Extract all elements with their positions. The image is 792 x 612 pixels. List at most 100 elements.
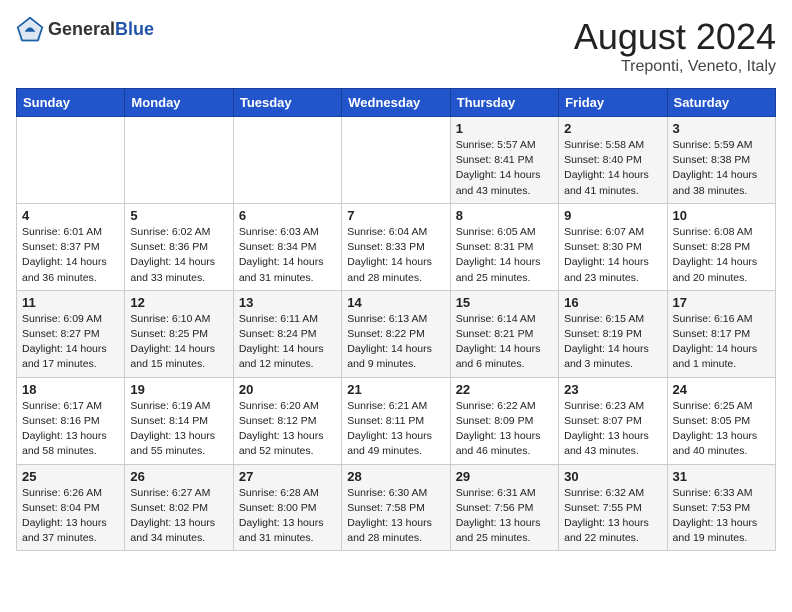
day-info: Sunrise: 6:09 AM Sunset: 8:27 PM Dayligh… [22,312,119,373]
day-number: 4 [22,208,119,223]
day-info: Sunrise: 6:28 AM Sunset: 8:00 PM Dayligh… [239,486,336,547]
day-info: Sunrise: 6:19 AM Sunset: 8:14 PM Dayligh… [130,399,227,460]
day-info: Sunrise: 6:02 AM Sunset: 8:36 PM Dayligh… [130,225,227,286]
day-number: 2 [564,121,661,136]
week-row-1: 1 Sunrise: 5:57 AM Sunset: 8:41 PM Daylig… [17,117,776,204]
day-number: 5 [130,208,227,223]
day-cell: 2Sunrise: 5:58 AM Sunset: 8:40 PM Daylig… [559,117,667,204]
day-number: 7 [347,208,444,223]
day-number: 8 [456,208,553,223]
day-number: 14 [347,295,444,310]
day-info: Sunrise: 6:07 AM Sunset: 8:30 PM Dayligh… [564,225,661,286]
day-cell: 13Sunrise: 6:11 AM Sunset: 8:24 PM Dayli… [233,290,341,377]
month-year: August 2024 [574,16,776,58]
day-cell: 15 Sunrise: 6:14 AM Sunset: 8:21 PM Dayli… [450,290,558,377]
header-cell-tuesday: Tuesday [233,89,341,117]
day-number: 16 [564,295,661,310]
page-header: GeneralBlue August 2024 Treponti, Veneto… [16,16,776,76]
day-cell: 9 Sunrise: 6:07 AM Sunset: 8:30 PM Daylig… [559,203,667,290]
day-cell: 31 Sunrise: 6:33 AM Sunset: 7:53 PM Dayli… [667,464,775,551]
day-number: 18 [22,382,119,397]
day-number: 22 [456,382,553,397]
day-number: 31 [673,469,770,484]
day-cell: 19 Sunrise: 6:19 AM Sunset: 8:14 PM Dayli… [125,377,233,464]
day-number: 15 [456,295,553,310]
day-cell [342,117,450,204]
day-info: Sunrise: 6:10 AM Sunset: 8:25 PM Dayligh… [130,312,227,373]
day-cell: 20 Sunrise: 6:20 AM Sunset: 8:12 PM Dayli… [233,377,341,464]
day-cell: 6 Sunrise: 6:03 AM Sunset: 8:34 PM Daylig… [233,203,341,290]
day-cell: 14 Sunrise: 6:13 AM Sunset: 8:22 PM Dayli… [342,290,450,377]
day-number: 25 [22,469,119,484]
day-info: Sunrise: 6:20 AM Sunset: 8:12 PM Dayligh… [239,399,336,460]
day-cell: 27 Sunrise: 6:28 AM Sunset: 8:00 PM Dayli… [233,464,341,551]
day-number: 6 [239,208,336,223]
day-cell: 23 Sunrise: 6:23 AM Sunset: 8:07 PM Dayli… [559,377,667,464]
day-info: Sunrise: 6:15 AM Sunset: 8:19 PM Dayligh… [564,312,661,373]
day-info: Sunrise: 6:33 AM Sunset: 7:53 PM Dayligh… [673,486,770,547]
header-cell-thursday: Thursday [450,89,558,117]
day-cell: 7 Sunrise: 6:04 AM Sunset: 8:33 PM Daylig… [342,203,450,290]
day-cell: 11Sunrise: 6:09 AM Sunset: 8:27 PM Dayli… [17,290,125,377]
day-cell [17,117,125,204]
day-info: Sunrise: 6:27 AM Sunset: 8:02 PM Dayligh… [130,486,227,547]
day-number: 19 [130,382,227,397]
day-cell: 29Sunrise: 6:31 AM Sunset: 7:56 PM Dayli… [450,464,558,551]
logo-icon [16,16,44,44]
day-cell: 16 Sunrise: 6:15 AM Sunset: 8:19 PM Dayli… [559,290,667,377]
day-number: 20 [239,382,336,397]
logo-blue: Blue [115,20,154,40]
week-row-5: 25 Sunrise: 6:26 AM Sunset: 8:04 PM Dayli… [17,464,776,551]
day-info: Sunrise: 6:21 AM Sunset: 8:11 PM Dayligh… [347,399,444,460]
day-info: Sunrise: 6:05 AM Sunset: 8:31 PM Dayligh… [456,225,553,286]
day-info: Sunrise: 6:26 AM Sunset: 8:04 PM Dayligh… [22,486,119,547]
day-cell: 10Sunrise: 6:08 AM Sunset: 8:28 PM Dayli… [667,203,775,290]
day-cell [233,117,341,204]
calendar-table: SundayMondayTuesdayWednesdayThursdayFrid… [16,88,776,551]
day-info: Sunrise: 6:32 AM Sunset: 7:55 PM Dayligh… [564,486,661,547]
day-info: Sunrise: 6:01 AM Sunset: 8:37 PM Dayligh… [22,225,119,286]
day-cell: 21Sunrise: 6:21 AM Sunset: 8:11 PM Dayli… [342,377,450,464]
logo: GeneralBlue [16,16,154,44]
day-cell: 4 Sunrise: 6:01 AM Sunset: 8:37 PM Daylig… [17,203,125,290]
day-info: Sunrise: 5:59 AM Sunset: 8:38 PM Dayligh… [673,138,770,199]
day-cell: 25 Sunrise: 6:26 AM Sunset: 8:04 PM Dayli… [17,464,125,551]
day-info: Sunrise: 6:03 AM Sunset: 8:34 PM Dayligh… [239,225,336,286]
day-number: 23 [564,382,661,397]
calendar-header: SundayMondayTuesdayWednesdayThursdayFrid… [17,89,776,117]
header-cell-friday: Friday [559,89,667,117]
day-info: Sunrise: 6:17 AM Sunset: 8:16 PM Dayligh… [22,399,119,460]
day-number: 29 [456,469,553,484]
day-info: Sunrise: 6:30 AM Sunset: 7:58 PM Dayligh… [347,486,444,547]
day-info: Sunrise: 5:57 AM Sunset: 8:41 PM Dayligh… [456,138,553,199]
day-number: 28 [347,469,444,484]
day-number: 3 [673,121,770,136]
day-number: 1 [456,121,553,136]
day-info: Sunrise: 6:13 AM Sunset: 8:22 PM Dayligh… [347,312,444,373]
day-number: 27 [239,469,336,484]
day-number: 30 [564,469,661,484]
day-cell: 28 Sunrise: 6:30 AM Sunset: 7:58 PM Dayli… [342,464,450,551]
day-info: Sunrise: 6:22 AM Sunset: 8:09 PM Dayligh… [456,399,553,460]
week-row-2: 4 Sunrise: 6:01 AM Sunset: 8:37 PM Daylig… [17,203,776,290]
header-cell-wednesday: Wednesday [342,89,450,117]
header-cell-sunday: Sunday [17,89,125,117]
day-cell: 24Sunrise: 6:25 AM Sunset: 8:05 PM Dayli… [667,377,775,464]
day-cell: 17Sunrise: 6:16 AM Sunset: 8:17 PM Dayli… [667,290,775,377]
day-cell: 3 Sunrise: 5:59 AM Sunset: 8:38 PM Daylig… [667,117,775,204]
day-number: 17 [673,295,770,310]
day-info: Sunrise: 6:04 AM Sunset: 8:33 PM Dayligh… [347,225,444,286]
day-cell: 26 Sunrise: 6:27 AM Sunset: 8:02 PM Dayli… [125,464,233,551]
day-info: Sunrise: 6:23 AM Sunset: 8:07 PM Dayligh… [564,399,661,460]
title-block: August 2024 Treponti, Veneto, Italy [574,16,776,76]
day-info: Sunrise: 6:11 AM Sunset: 8:24 PM Dayligh… [239,312,336,373]
location: Treponti, Veneto, Italy [574,58,776,76]
day-number: 9 [564,208,661,223]
day-cell: 5 Sunrise: 6:02 AM Sunset: 8:36 PM Daylig… [125,203,233,290]
day-info: Sunrise: 6:14 AM Sunset: 8:21 PM Dayligh… [456,312,553,373]
logo-general: General [48,20,115,40]
day-number: 26 [130,469,227,484]
day-cell: 22 Sunrise: 6:22 AM Sunset: 8:09 PM Dayli… [450,377,558,464]
day-cell: 18 Sunrise: 6:17 AM Sunset: 8:16 PM Dayli… [17,377,125,464]
calendar-body: 1 Sunrise: 5:57 AM Sunset: 8:41 PM Daylig… [17,117,776,551]
